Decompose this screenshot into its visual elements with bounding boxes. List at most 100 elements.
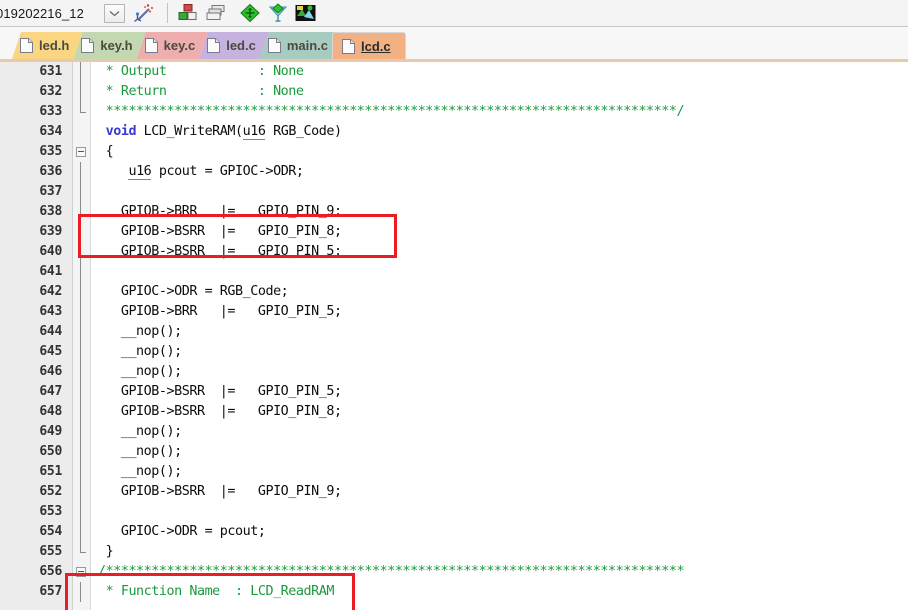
code-line: 633 ************************************…: [0, 102, 908, 122]
fold-guide-line: [80, 422, 81, 442]
code-line: 636 u16 pcout = GPIOC->ODR;: [0, 162, 908, 182]
fold-guide-line: [80, 322, 81, 342]
code-token: /***************************************…: [98, 564, 685, 579]
code-token: GPIOB->BSRR |= GPIO_PIN_5;: [98, 244, 342, 259]
file-document-icon: [268, 38, 281, 53]
toolbar-separator: [166, 3, 168, 23]
line-number: 649: [39, 424, 62, 439]
code-text: GPIOB->BSRR |= GPIO_PIN_5;: [98, 242, 342, 262]
fold-guide-line: [80, 462, 81, 482]
code-line: 649 __nop();: [0, 422, 908, 442]
rebuild-icon[interactable]: [266, 2, 290, 24]
tab-main-c[interactable]: main.c: [260, 32, 341, 59]
code-line: 635 {: [0, 142, 908, 162]
code-text: __nop();: [98, 422, 182, 442]
tab-lcd-c[interactable]: lcd.c: [332, 32, 406, 59]
fold-guide-line: [80, 82, 81, 102]
code-line: 657 * Function Name : LCD_ReadRAM: [0, 582, 908, 602]
line-number: 656: [39, 564, 62, 579]
line-number: 657: [39, 584, 62, 599]
code-line: 643 GPIOB->BRR |= GPIO_PIN_5;: [0, 302, 908, 322]
code-token: u16: [128, 164, 152, 180]
fold-guide-line: [80, 442, 81, 462]
fold-guide-line: [80, 482, 81, 502]
line-number: 644: [39, 324, 62, 339]
file-document-icon: [207, 38, 220, 53]
fold-guide-line: [80, 202, 81, 222]
manage-windows-icon[interactable]: [204, 2, 228, 24]
fold-guide-line: [80, 262, 81, 282]
file-document-icon: [81, 38, 94, 53]
code-text: GPIOB->BSRR |= GPIO_PIN_5;: [98, 382, 342, 402]
code-editor[interactable]: 631 * Output : None 632 * Return : None 63…: [0, 62, 908, 610]
code-token: pcout = GPIOC->ODR;: [151, 164, 304, 179]
tab-key-h[interactable]: key.h: [73, 32, 145, 59]
code-token: GPIOB->BSRR |= GPIO_PIN_5;: [98, 384, 342, 399]
fold-guide-line: [80, 362, 81, 382]
code-token: GPIOB->BSRR |= GPIO_PIN_9;: [98, 484, 342, 499]
code-text: GPIOB->BRR |= GPIO_PIN_9;: [98, 202, 342, 222]
file-document-icon: [145, 38, 158, 53]
line-number: 635: [39, 144, 62, 159]
fold-collapse-icon[interactable]: [76, 147, 86, 157]
code-text: GPIOB->BSRR |= GPIO_PIN_8;: [98, 402, 342, 422]
line-number: 640: [39, 244, 62, 259]
line-number: 634: [39, 124, 62, 139]
tab-led-h[interactable]: led.h: [12, 32, 82, 59]
code-text: GPIOC->ODR = RGB_Code;: [98, 282, 289, 302]
line-number: 631: [39, 64, 62, 79]
tab-led-c[interactable]: led.c: [199, 32, 269, 59]
code-text: GPIOB->BSRR |= GPIO_PIN_9;: [98, 482, 342, 502]
code-text: __nop();: [98, 322, 182, 342]
code-line: 648 GPIOB->BSRR |= GPIO_PIN_8;: [0, 402, 908, 422]
fold-guide-line: [80, 382, 81, 402]
line-number: 637: [39, 184, 62, 199]
code-text: ****************************************…: [98, 102, 685, 122]
fold-guide-line: [80, 242, 81, 262]
line-number: 652: [39, 484, 62, 499]
code-token: GPIOB->BRR |= GPIO_PIN_5;: [98, 304, 342, 319]
code-token: RGB_Code): [265, 124, 342, 139]
fold-collapse-icon[interactable]: [76, 567, 86, 577]
file-document-icon: [342, 38, 356, 54]
code-token: __nop();: [98, 464, 182, 479]
fold-guide-line: [80, 302, 81, 322]
fold-region-end: [80, 102, 86, 113]
chevron-down-icon[interactable]: [103, 3, 125, 23]
code-text: __nop();: [98, 362, 182, 382]
line-number: 646: [39, 364, 62, 379]
tab-label: lcd.c: [361, 38, 391, 54]
batch-build-icon[interactable]: [294, 2, 318, 24]
target-selector-value[interactable]: 019202216_12: [0, 6, 84, 21]
line-number: 632: [39, 84, 62, 99]
tab-key-c[interactable]: key.c: [137, 32, 209, 59]
code-text: GPIOC->ODR = pcout;: [98, 522, 266, 542]
file-tab-bar: led.h key.h key.c led.c main.c lcd.c: [0, 27, 908, 63]
code-line: 647 GPIOB->BSRR |= GPIO_PIN_5;: [0, 382, 908, 402]
build-icon[interactable]: [238, 2, 262, 24]
code-token: void: [98, 124, 144, 139]
code-token: GPIOC->ODR = RGB_Code;: [98, 284, 289, 299]
ide-window: 019202216_12 led.h key.h key.c led.c mai…: [0, 0, 908, 610]
code-token: GPIOC->ODR = pcout;: [98, 524, 266, 539]
target-options-icon[interactable]: [176, 2, 200, 24]
code-token: GPIOB->BRR |= GPIO_PIN_9;: [98, 204, 342, 219]
code-text: * Function Name : LCD_ReadRAM: [98, 582, 335, 602]
code-text: u16 pcout = GPIOC->ODR;: [98, 162, 304, 182]
code-line: 638 GPIOB->BRR |= GPIO_PIN_9;: [0, 202, 908, 222]
code-text: GPIOB->BRR |= GPIO_PIN_5;: [98, 302, 342, 322]
code-token: __nop();: [98, 324, 182, 339]
magic-wand-icon[interactable]: [133, 2, 157, 24]
code-token: * Return : None: [98, 84, 304, 99]
fold-guide-line: [80, 62, 81, 82]
fold-guide-line: [80, 182, 81, 202]
line-number: 642: [39, 284, 62, 299]
code-line: 632 * Return : None: [0, 82, 908, 102]
line-number: 633: [39, 104, 62, 119]
code-line: 650 __nop();: [0, 442, 908, 462]
code-line: 656 /************************************…: [0, 562, 908, 582]
code-token: }: [98, 544, 114, 559]
code-text: __nop();: [98, 342, 182, 362]
fold-guide-line: [80, 222, 81, 242]
code-text: GPIOB->BSRR |= GPIO_PIN_8;: [98, 222, 342, 242]
